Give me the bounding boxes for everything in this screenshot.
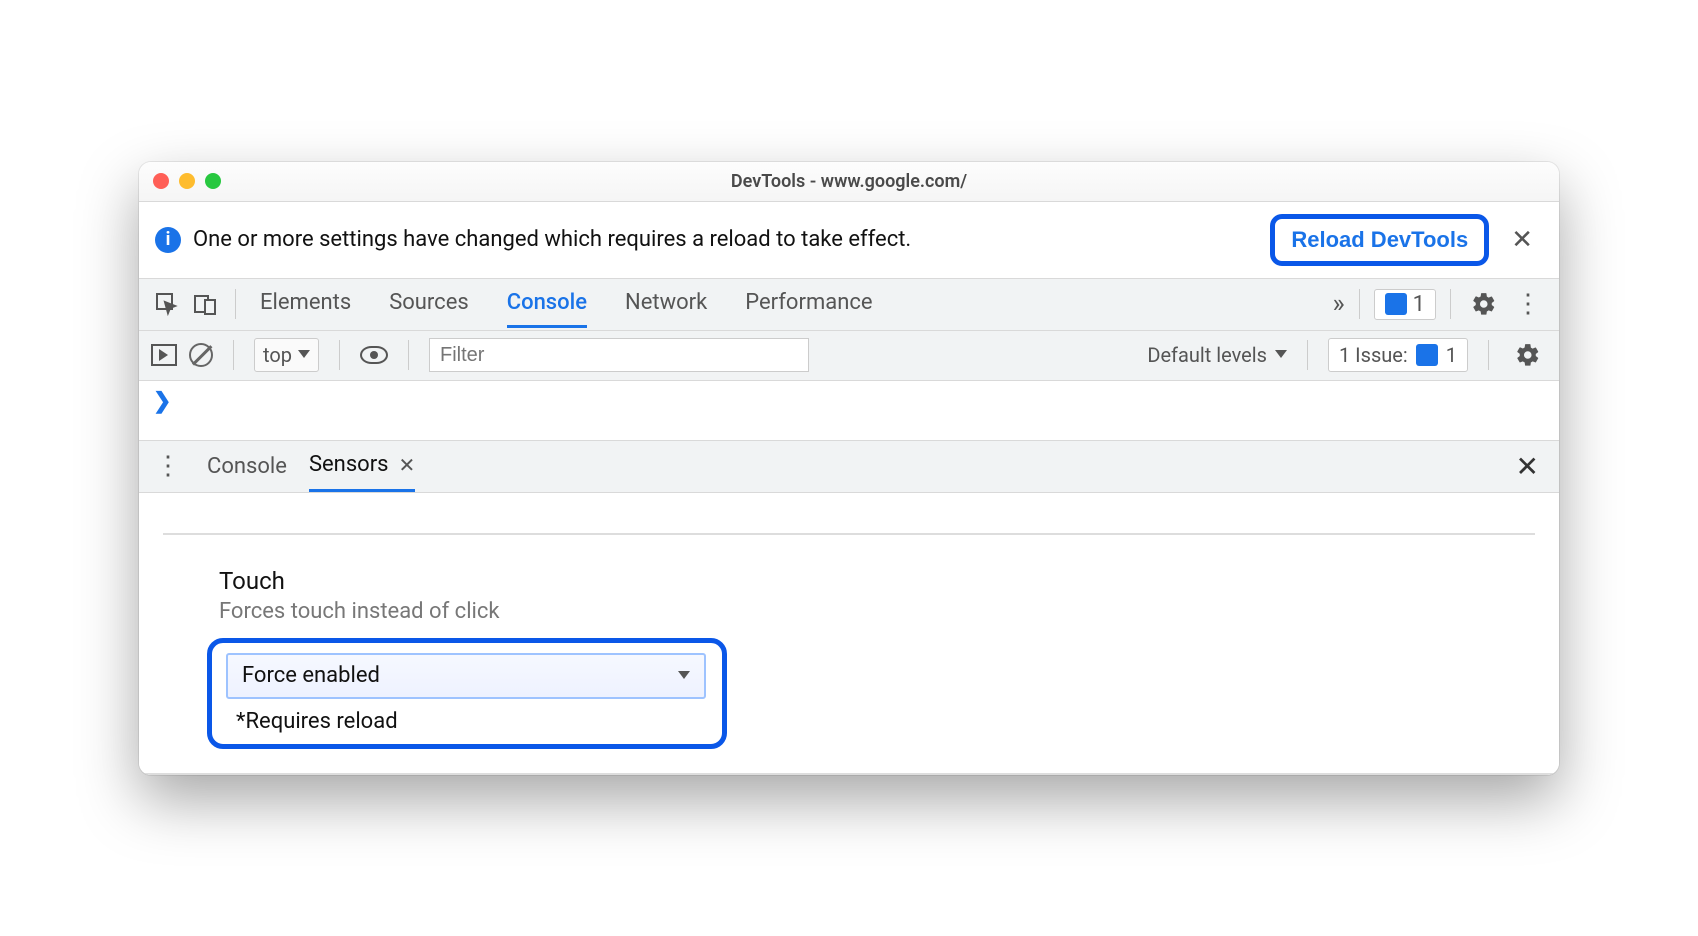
window-title: DevTools - www.google.com/ bbox=[139, 171, 1559, 192]
chevron-down-icon bbox=[678, 671, 690, 685]
divider bbox=[1359, 289, 1360, 319]
touch-mode-select[interactable]: Force enabled bbox=[226, 653, 706, 699]
more-options-icon[interactable]: ⋮ bbox=[1509, 289, 1547, 319]
reload-devtools-button[interactable]: Reload DevTools bbox=[1270, 214, 1489, 266]
drawer-tab-sensors[interactable]: Sensors ✕ bbox=[309, 440, 415, 492]
touch-mode-value: Force enabled bbox=[242, 663, 380, 688]
divider bbox=[233, 340, 234, 370]
console-output[interactable]: ❯ bbox=[139, 381, 1559, 441]
touch-section-description: Forces touch instead of click bbox=[219, 599, 1535, 624]
inspect-element-icon[interactable] bbox=[151, 288, 183, 320]
clear-console-icon[interactable] bbox=[189, 343, 213, 367]
drawer-tab-label: Console bbox=[207, 454, 287, 479]
console-settings-icon[interactable] bbox=[1509, 342, 1547, 368]
toggle-console-sidebar-icon[interactable] bbox=[151, 344, 177, 366]
chevron-down-icon bbox=[298, 350, 310, 364]
issue-icon bbox=[1385, 293, 1407, 315]
divider bbox=[1307, 340, 1308, 370]
tab-network[interactable]: Network bbox=[625, 280, 707, 328]
console-prompt-icon: ❯ bbox=[153, 389, 171, 414]
issues-badge[interactable]: 1 bbox=[1374, 289, 1436, 320]
drawer-more-icon[interactable]: ⋮ bbox=[151, 451, 185, 481]
main-toolbar: Elements Sources Console Network Perform… bbox=[139, 279, 1559, 331]
sensors-panel: Touch Forces touch instead of click Forc… bbox=[139, 493, 1559, 775]
maximize-window-icon[interactable] bbox=[205, 173, 221, 189]
live-expression-icon[interactable] bbox=[360, 346, 388, 364]
infobar-message: One or more settings have changed which … bbox=[193, 227, 1258, 252]
requires-reload-note: *Requires reload bbox=[236, 709, 708, 734]
divider bbox=[1488, 340, 1489, 370]
tab-console[interactable]: Console bbox=[507, 280, 587, 328]
issue-icon bbox=[1416, 344, 1438, 366]
info-icon: i bbox=[155, 227, 181, 253]
traffic-lights bbox=[153, 173, 221, 189]
close-window-icon[interactable] bbox=[153, 173, 169, 189]
divider bbox=[408, 340, 409, 370]
reload-infobar: i One or more settings have changed whic… bbox=[139, 202, 1559, 279]
close-drawer-icon[interactable]: ✕ bbox=[1508, 450, 1547, 483]
issues-counter[interactable]: 1 Issue: 1 bbox=[1328, 338, 1468, 372]
console-toolbar: top Default levels 1 Issue: 1 bbox=[139, 331, 1559, 381]
console-filter-input[interactable] bbox=[429, 338, 809, 372]
minimize-window-icon[interactable] bbox=[179, 173, 195, 189]
titlebar: DevTools - www.google.com/ bbox=[139, 162, 1559, 202]
issues-label: 1 Issue: bbox=[1339, 343, 1408, 367]
issues-count: 1 bbox=[1446, 343, 1457, 367]
divider bbox=[235, 289, 236, 319]
chevron-down-icon bbox=[1275, 350, 1287, 364]
drawer-tabbar: ⋮ Console Sensors ✕ ✕ bbox=[139, 441, 1559, 493]
close-infobar-icon[interactable]: ✕ bbox=[1501, 225, 1543, 255]
levels-label: Default levels bbox=[1147, 343, 1267, 367]
close-tab-icon[interactable]: ✕ bbox=[399, 453, 416, 477]
panel-tabs: Elements Sources Console Network Perform… bbox=[260, 280, 1326, 328]
divider bbox=[1450, 289, 1451, 319]
device-toggle-icon[interactable] bbox=[189, 288, 221, 320]
more-tabs-icon[interactable]: » bbox=[1332, 289, 1344, 319]
divider bbox=[339, 340, 340, 370]
execution-context-selector[interactable]: top bbox=[254, 338, 319, 372]
context-label: top bbox=[263, 343, 292, 367]
tab-performance[interactable]: Performance bbox=[745, 280, 872, 328]
issue-count: 1 bbox=[1413, 292, 1425, 317]
drawer-tab-label: Sensors bbox=[309, 452, 389, 477]
settings-icon[interactable] bbox=[1465, 291, 1503, 317]
touch-highlight: Force enabled *Requires reload bbox=[207, 638, 727, 749]
tab-sources[interactable]: Sources bbox=[389, 280, 469, 328]
log-levels-selector[interactable]: Default levels bbox=[1147, 343, 1287, 367]
tab-elements[interactable]: Elements bbox=[260, 280, 351, 328]
drawer-tab-console[interactable]: Console bbox=[207, 442, 287, 491]
devtools-window: DevTools - www.google.com/ i One or more… bbox=[139, 162, 1559, 775]
touch-section-title: Touch bbox=[219, 567, 1535, 595]
